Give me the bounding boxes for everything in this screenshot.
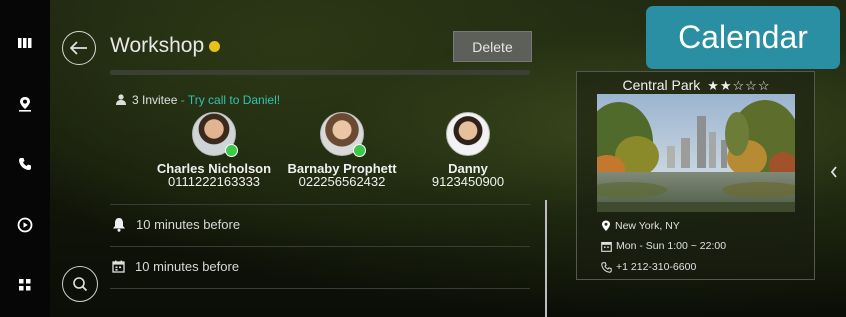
contact-card[interactable]: Danny 9123450900 (403, 112, 533, 189)
invitee-summary: 3 Invitee - Try call to Daniel! (116, 93, 280, 107)
list-top-edge (110, 70, 530, 75)
place-photo (597, 94, 795, 212)
calendar-app-tag: Calendar (646, 6, 840, 69)
reminder-text: 10 minutes before (136, 217, 241, 232)
grid-bars-icon[interactable] (13, 31, 37, 55)
place-location-text: New York, NY (615, 220, 680, 232)
search-icon (73, 277, 88, 292)
avatar (320, 112, 366, 157)
list-scrollbar[interactable] (545, 200, 547, 317)
place-location: New York, NY (601, 220, 680, 232)
delete-button[interactable]: Delete (453, 31, 532, 62)
bell-icon (113, 218, 125, 232)
avatar (446, 112, 490, 156)
place-title: Central Park ★★☆☆☆ (577, 77, 816, 94)
status-dot (209, 40, 221, 52)
place-hours: Mon - Sun 1:00 ~ 22:00 (601, 240, 726, 252)
contact-phone: 0111222163333 (167, 174, 261, 189)
event-title: Workshop (110, 34, 205, 57)
phone-icon (601, 261, 612, 273)
contact-phone: 9123450900 (431, 174, 505, 189)
contact-phone: 022256562432 (298, 174, 386, 189)
place-card[interactable]: Central Park ★★☆☆☆ New York, NY Mon - Su… (576, 71, 815, 280)
place-hours-text: Mon - Sun 1:00 ~ 22:00 (616, 240, 727, 252)
calendar-icon (601, 241, 612, 252)
avatar (192, 112, 238, 157)
row-divider (110, 288, 530, 289)
chevron-left-icon[interactable] (829, 165, 839, 179)
call-badge-icon[interactable] (353, 144, 366, 157)
reminder-row[interactable]: 10 minutes before (112, 259, 239, 274)
call-badge-icon[interactable] (225, 144, 238, 157)
map-pin-icon[interactable] (13, 92, 37, 116)
place-phone[interactable]: +1 212-310-6600 (601, 261, 696, 273)
row-divider (110, 204, 530, 205)
contact-card[interactable]: Charles Nicholson 0111222163333 (149, 112, 279, 189)
apps-icon[interactable] (13, 273, 37, 297)
place-name: Central Park (622, 77, 701, 93)
phone-icon[interactable] (13, 152, 37, 176)
invitee-count: 3 Invitee (132, 93, 178, 107)
back-arrow-icon (70, 41, 87, 55)
contact-card[interactable]: Barnaby Prophett 022256562432 (277, 112, 407, 189)
play-circle-icon[interactable] (13, 213, 37, 237)
reminder-row[interactable]: 10 minutes before (112, 217, 240, 232)
place-phone-text: +1 212-310-6600 (616, 261, 697, 273)
map-pin-icon (602, 220, 610, 231)
call-hint: - Try call to Daniel! (177, 93, 281, 107)
reminder-text: 10 minutes before (135, 259, 240, 274)
nav-rail (0, 0, 50, 317)
back-button[interactable] (62, 31, 96, 65)
row-divider (110, 246, 530, 247)
person-icon (116, 94, 126, 105)
place-rating: ★★☆☆☆ (707, 78, 771, 93)
calendar-icon (112, 260, 125, 273)
search-button[interactable] (62, 266, 98, 302)
page-title: Workshop (110, 34, 221, 58)
